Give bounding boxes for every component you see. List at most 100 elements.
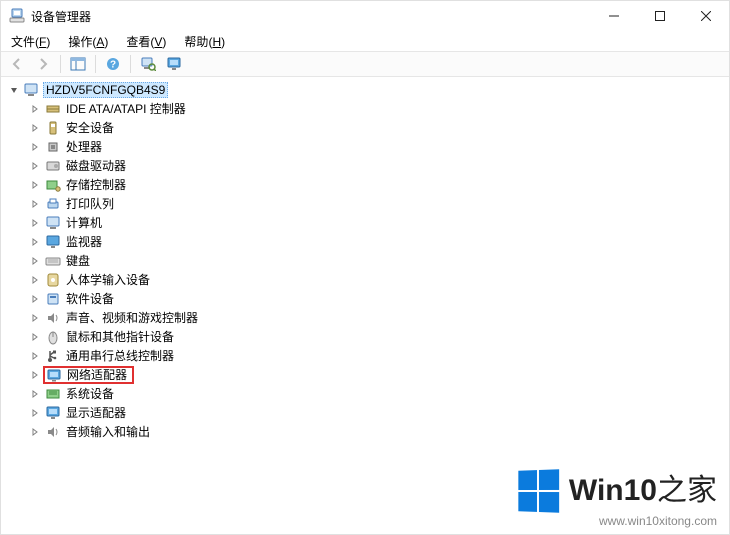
toolbar-back-button[interactable] (5, 53, 29, 75)
expand-toggle[interactable] (29, 236, 41, 248)
tree-node[interactable]: 系统设备 (27, 384, 729, 403)
tree-node-label: 软件设备 (65, 290, 115, 307)
processor-icon (45, 139, 61, 155)
toolbar-pane-button[interactable] (66, 53, 90, 75)
tree-node[interactable]: 磁盘驱动器 (27, 156, 729, 175)
toolbar-help-button[interactable]: ? (101, 53, 125, 75)
tree-node-label: IDE ATA/ATAPI 控制器 (65, 100, 187, 117)
tree-node-label: 网络适配器 (66, 366, 128, 383)
toolbar-separator (95, 55, 96, 73)
tree-node[interactable]: 打印队列 (27, 194, 729, 213)
svg-text:?: ? (110, 60, 116, 71)
software-device-icon (45, 291, 61, 307)
tree-node[interactable]: 音频输入和输出 (27, 422, 729, 441)
expand-toggle[interactable] (29, 103, 41, 115)
tree-node-label: 系统设备 (65, 385, 115, 402)
expand-toggle[interactable] (29, 179, 41, 191)
monitor-icon (45, 234, 61, 250)
expand-toggle[interactable] (29, 274, 41, 286)
hid-icon (45, 272, 61, 288)
tree-node[interactable]: 监视器 (27, 232, 729, 251)
expand-toggle[interactable] (29, 388, 41, 400)
expand-toggle[interactable] (29, 122, 41, 134)
toolbar-separator (60, 55, 61, 73)
toolbar-monitor-button[interactable] (162, 53, 186, 75)
app-icon (9, 8, 25, 24)
menu-help[interactable]: 帮助(H) (180, 32, 229, 51)
expand-toggle[interactable] (29, 255, 41, 267)
tree-node[interactable]: 显示适配器 (27, 403, 729, 422)
tree-node-label: 人体学输入设备 (65, 271, 151, 288)
menubar: 文件(F) 操作(A) 查看(V) 帮助(H) (1, 31, 729, 51)
tree-node[interactable]: 人体学输入设备 (27, 270, 729, 289)
tree-node-label: 处理器 (65, 138, 103, 155)
titlebar: 设备管理器 (1, 1, 729, 31)
mouse-icon (45, 329, 61, 345)
tree-node-label: 音频输入和输出 (65, 423, 151, 440)
menu-file[interactable]: 文件(F) (7, 32, 54, 51)
expand-toggle[interactable] (29, 141, 41, 153)
tree-node-label: 键盘 (65, 252, 91, 269)
expand-toggle[interactable] (29, 217, 41, 229)
expand-toggle[interactable] (29, 369, 41, 381)
expand-toggle[interactable] (9, 85, 19, 95)
tree-node-label: 监视器 (65, 233, 103, 250)
tree-content: HZDV5FCNFGQB4S9 IDE ATA/ATAPI 控制器安全设备处理器… (1, 77, 729, 534)
monitor-icon (166, 57, 182, 71)
menu-action[interactable]: 操作(A) (64, 32, 112, 51)
expand-toggle[interactable] (29, 293, 41, 305)
tree-node[interactable]: 声音、视频和游戏控制器 (27, 308, 729, 327)
expand-toggle[interactable] (29, 426, 41, 438)
tree-node[interactable]: 计算机 (27, 213, 729, 232)
tree-node[interactable]: 通用串行总线控制器 (27, 346, 729, 365)
tree-node-label: 显示适配器 (65, 404, 127, 421)
tree-node[interactable]: 存储控制器 (27, 175, 729, 194)
windows-logo-icon (518, 469, 559, 513)
tree-node-label: 声音、视频和游戏控制器 (65, 309, 199, 326)
tree-root-row[interactable]: HZDV5FCNFGQB4S9 (7, 81, 729, 99)
display-icon (45, 405, 61, 421)
keyboard-icon (45, 253, 61, 269)
menu-view[interactable]: 查看(V) (122, 32, 170, 51)
expand-toggle[interactable] (29, 350, 41, 362)
tree-node[interactable]: 安全设备 (27, 118, 729, 137)
tree-node[interactable]: 处理器 (27, 137, 729, 156)
network-icon (46, 367, 62, 383)
toolbar-separator (130, 55, 131, 73)
highlight-box: 网络适配器 (43, 366, 134, 384)
expand-toggle[interactable] (29, 407, 41, 419)
scan-hardware-icon (140, 57, 156, 71)
security-device-icon (45, 120, 61, 136)
watermark: Win10之家 www.win10xitong.com (517, 470, 717, 528)
minimize-button[interactable] (591, 1, 637, 31)
expand-toggle[interactable] (29, 331, 41, 343)
expand-toggle[interactable] (29, 160, 41, 172)
tree-node-label: 存储控制器 (65, 176, 127, 193)
tree-node[interactable]: 鼠标和其他指针设备 (27, 327, 729, 346)
computer-root-icon (23, 82, 39, 98)
usb-icon (45, 348, 61, 364)
disk-drive-icon (45, 158, 61, 174)
tree-node[interactable]: IDE ATA/ATAPI 控制器 (27, 99, 729, 118)
tree-node-label: 通用串行总线控制器 (65, 347, 175, 364)
computer-icon (45, 215, 61, 231)
audio-io-icon (45, 424, 61, 440)
tree-node-label: 安全设备 (65, 119, 115, 136)
expand-toggle[interactable] (29, 312, 41, 324)
tree-node[interactable]: 网络适配器 (27, 365, 729, 384)
sound-icon (45, 310, 61, 326)
toolbar-scan-button[interactable] (136, 53, 160, 75)
help-icon: ? (106, 57, 120, 71)
close-button[interactable] (683, 1, 729, 31)
maximize-button[interactable] (637, 1, 683, 31)
back-icon (10, 57, 24, 71)
storage-controller-icon (45, 177, 61, 193)
tree-node[interactable]: 软件设备 (27, 289, 729, 308)
toolbar-forward-button[interactable] (31, 53, 55, 75)
system-icon (45, 386, 61, 402)
pane-icon (70, 57, 86, 71)
tree-node[interactable]: 键盘 (27, 251, 729, 270)
tree-root-label: HZDV5FCNFGQB4S9 (43, 82, 168, 98)
tree-node-label: 磁盘驱动器 (65, 157, 127, 174)
expand-toggle[interactable] (29, 198, 41, 210)
